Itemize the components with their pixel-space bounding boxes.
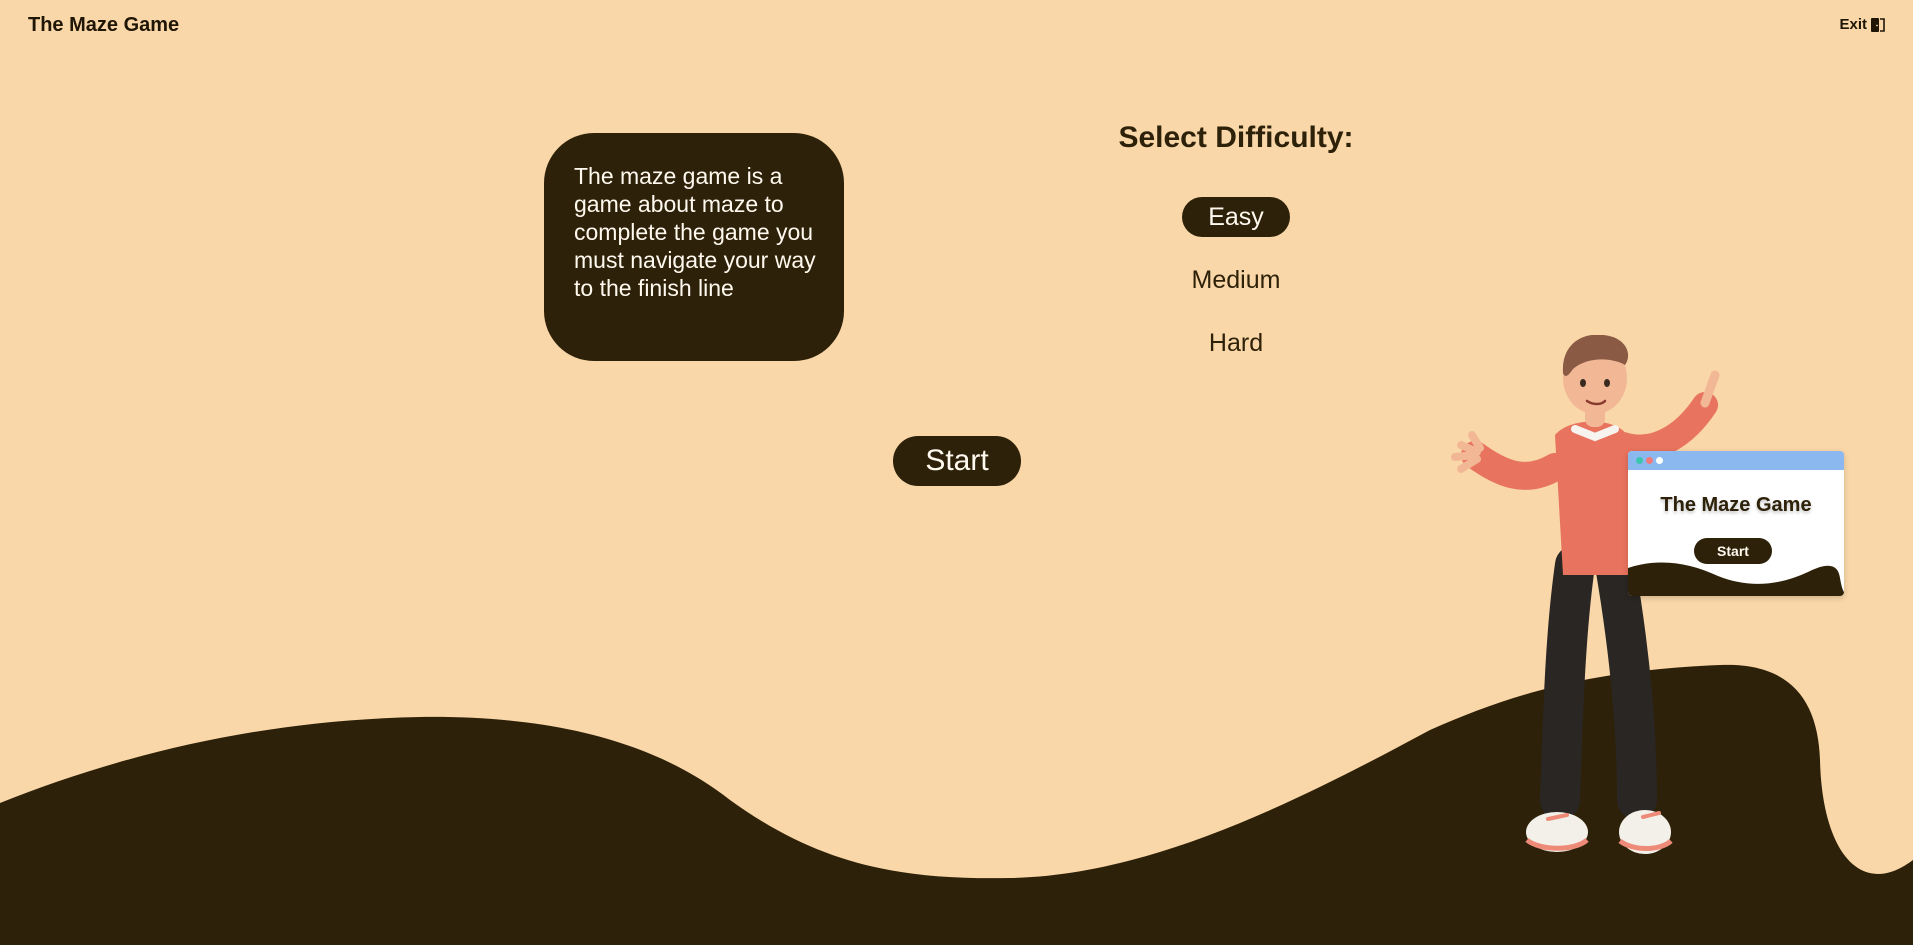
game-description-card: The maze game is a game about maze to co… <box>544 133 844 361</box>
exit-label: Exit <box>1839 16 1867 33</box>
window-dot-icon <box>1636 457 1643 464</box>
start-button[interactable]: Start <box>893 436 1021 486</box>
window-titlebar <box>1628 451 1844 470</box>
difficulty-option-hard[interactable]: Hard <box>1186 323 1286 363</box>
window-dot-icon <box>1646 457 1653 464</box>
window-dot-icon <box>1656 457 1663 464</box>
exit-door-icon <box>1871 17 1885 32</box>
difficulty-option-easy[interactable]: Easy <box>1182 197 1290 237</box>
window-wave <box>1628 562 1844 596</box>
difficulty-heading: Select Difficulty: <box>1118 121 1354 154</box>
person-presenting-illustration <box>1415 335 1845 865</box>
app-title: The Maze Game <box>28 14 180 36</box>
difficulty-option-medium[interactable]: Medium <box>1176 260 1296 300</box>
exit-button[interactable]: Exit <box>1839 16 1887 33</box>
window-game-title: The Maze Game <box>1660 494 1812 516</box>
mini-game-window-illustration: The Maze Game Start <box>1628 451 1844 596</box>
